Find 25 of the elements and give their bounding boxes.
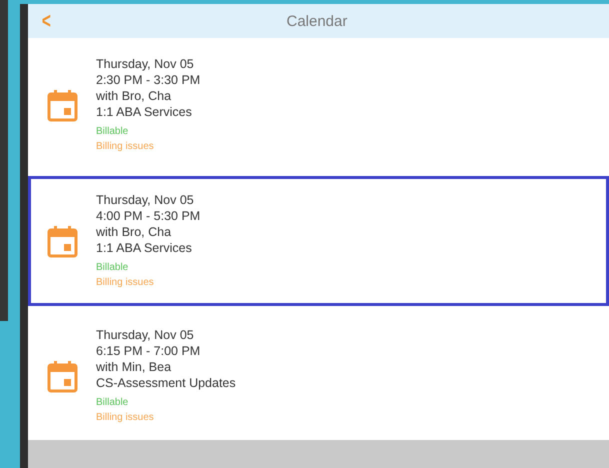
- appointment-time: 6:15 PM - 7:00 PM: [96, 343, 202, 359]
- appointment-service: 1:1 ABA Services: [96, 240, 193, 256]
- appointment-client: with Bro, Cha: [96, 88, 172, 104]
- appointment-date: Thursday, Nov 05: [96, 192, 195, 208]
- appointment-service: CS-Assessment Updates: [96, 375, 236, 391]
- appointment-time: 2:30 PM - 3:30 PM: [96, 72, 200, 88]
- appointment-item[interactable]: Thursday, Nov 05 2:30 PM - 3:30 PM with Bro, Cha 1:1 ABA Services Billable Billing issues: [28, 40, 609, 170]
- calendar-icon: [47, 360, 78, 392]
- calendar-icon: [47, 88, 78, 122]
- appointment-item[interactable]: Thursday, Nov 05 6:15 PM - 7:00 PM with Min, Bea CS-Assessment Updates Billable Billing issues: [28, 311, 609, 441]
- appointment-client: with Min, Bea: [96, 359, 172, 375]
- appointment-time: 4:00 PM - 5:30 PM: [96, 208, 200, 224]
- billing-issues-status: Billing issues: [96, 411, 155, 425]
- billable-status: Billable: [96, 261, 130, 275]
- calendar-icon: [47, 224, 78, 258]
- appointment-date: Thursday, Nov 05: [96, 56, 195, 72]
- billable-status: Billable: [96, 125, 130, 139]
- appointment-date: Thursday, Nov 05: [96, 327, 195, 343]
- screen-title: Calendar: [286, 12, 348, 30]
- appointment-item[interactable]: Thursday, Nov 05 4:00 PM - 5:30 PM with Bro, Cha 1:1 ABA Services Billable Billing issues: [28, 176, 609, 306]
- billing-issues-status: Billing issues: [96, 276, 155, 290]
- appointment-service: 1:1 ABA Services: [96, 104, 193, 120]
- appointment-client: with Bro, Cha: [96, 224, 172, 240]
- billing-issues-status: Billing issues: [96, 140, 155, 154]
- billable-status: Billable: [96, 396, 130, 410]
